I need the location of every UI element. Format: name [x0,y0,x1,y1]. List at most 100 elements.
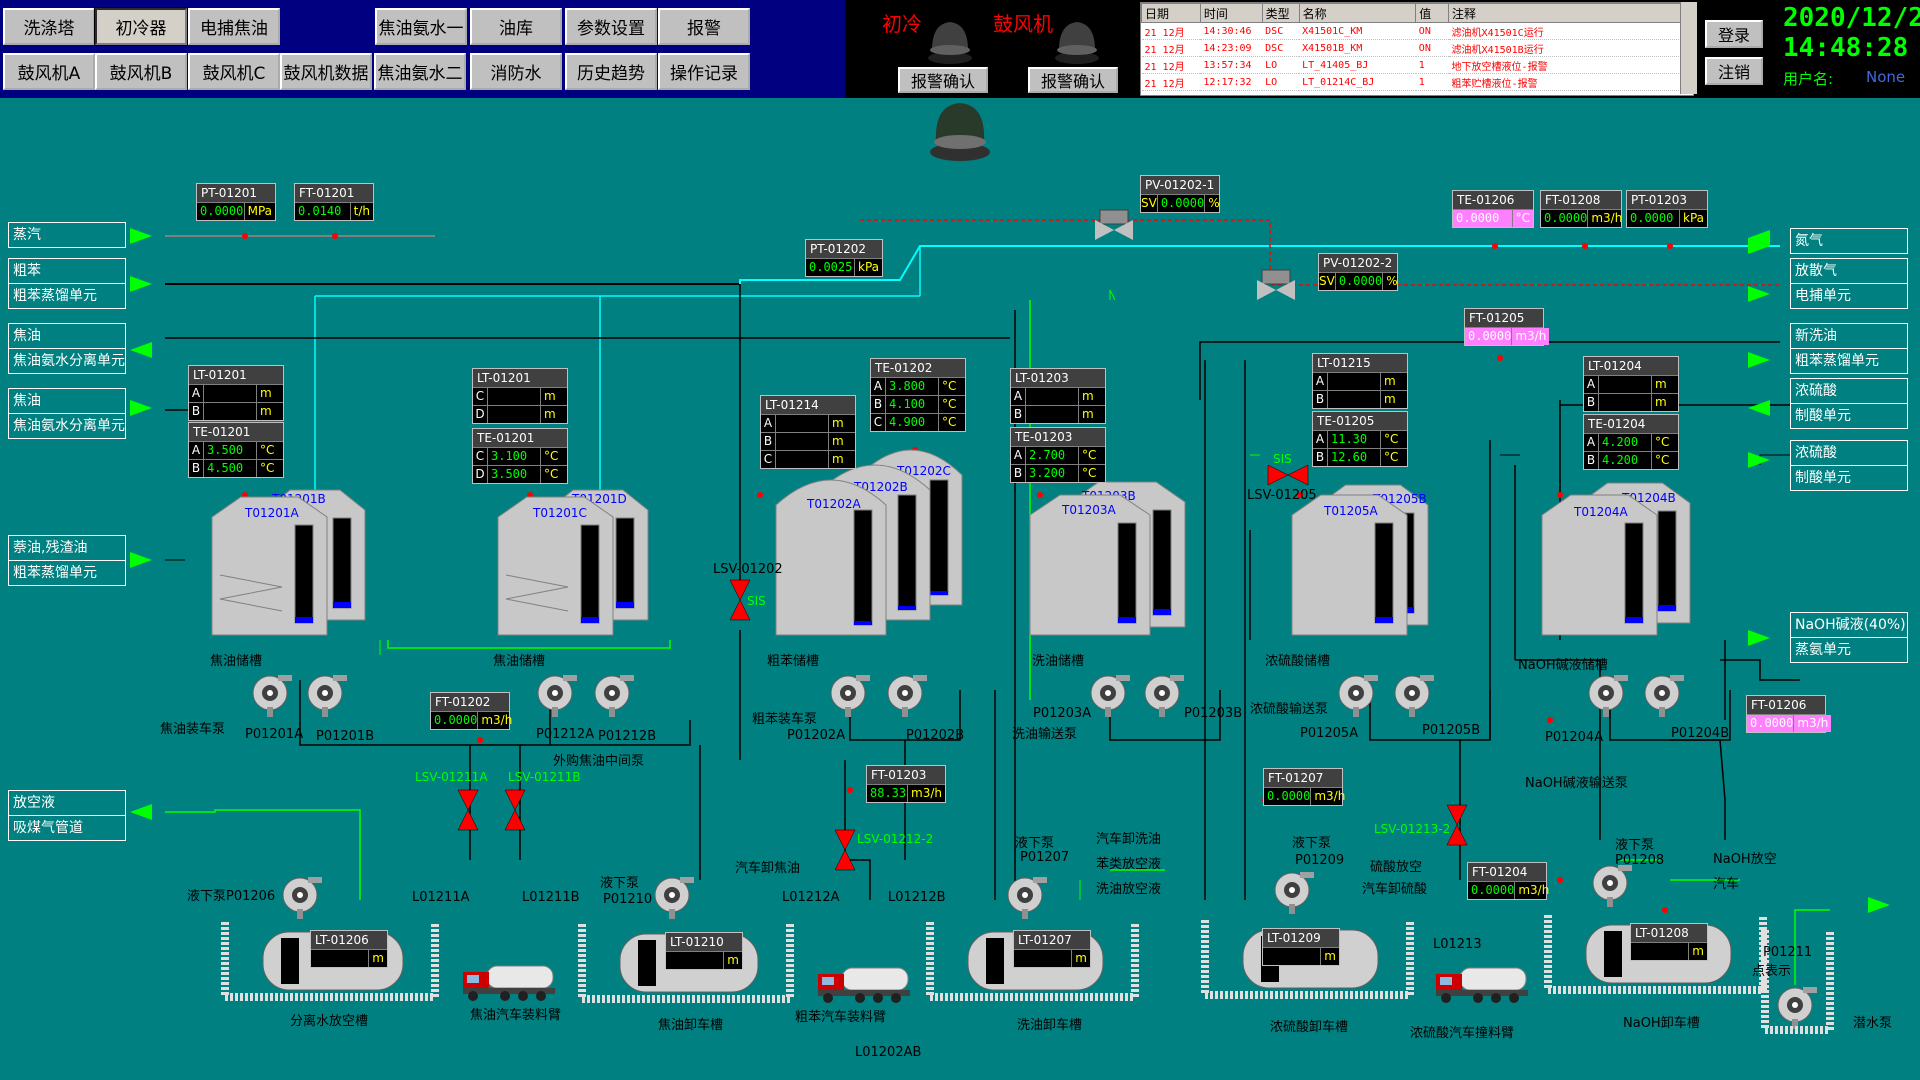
tag-row-label: A [1313,431,1328,448]
tag-pt01201[interactable]: PT-01201 0.0000 MPa [196,183,276,221]
pump-icon[interactable] [1338,675,1378,717]
tag-lt01206[interactable]: LT-01206 m [310,930,388,968]
tag-row-label: B [1011,465,1026,482]
tag-lt01204[interactable]: LT-01204 Am Bm [1583,356,1679,412]
ext-link-right-1[interactable]: 放散气 电捕单元 [1790,258,1908,309]
tag-pt01203[interactable]: PT-01203 0.0000 kPa [1626,190,1708,228]
pump-icon[interactable] [1644,675,1684,717]
storage-tank[interactable]: T01203A [1029,494,1151,636]
tag-ft01202[interactable]: FT-01202 0.0000 m3/h [430,692,512,730]
tag-te01201c[interactable]: TE-01201 C 3.100 °C D 3.500 °C [472,428,568,484]
pump-icon[interactable] [887,675,927,717]
tag-unit: m [1320,948,1339,965]
tag-ft01207[interactable]: FT-01207 0.0000 m3/h [1263,768,1345,806]
tag-value: 3.100 [491,449,528,463]
sump-pump-icon[interactable] [1777,987,1817,1029]
tag-te01203[interactable]: TE-01203 A 2.700 °C B 3.200 °C [1010,427,1106,483]
ext-link-right-5[interactable]: NaOH碱液(40%) 蒸氨单元 [1790,612,1908,663]
submerged-pump-icon[interactable] [1007,877,1047,919]
tag-value: 4.200 [1602,453,1639,467]
nav-button-row1-4[interactable]: 油库 [470,8,562,45]
tag-ft01206[interactable]: FT-01206 0.0000 m3/h [1746,695,1832,733]
ext-link-label: 氮气 [1795,233,1823,249]
tag-ft01204[interactable]: FT-01204 0.0000 m3/h [1467,862,1549,900]
pump-icon[interactable] [1588,675,1628,717]
submerged-pump-icon[interactable] [1592,865,1632,907]
tag-lt01214[interactable]: LT-01214 Am Bm Cm [760,395,856,469]
ext-link-right-4[interactable]: 浓硫酸 制酸单元 [1790,440,1908,491]
tag-lt01207[interactable]: LT-01207 m [1013,930,1091,968]
tag-row-label: A [1011,388,1026,405]
nav-button-row2-6[interactable]: 历史趋势 [565,53,657,90]
pump-icon[interactable] [537,675,577,717]
nav-button-row1-6[interactable]: 报警 [658,8,750,45]
submerged-pump-icon[interactable] [282,877,322,919]
nav-button-row1-2[interactable]: 电捕焦油 [188,8,280,45]
ext-link-label: 焦油 [9,389,125,414]
tag-pt01202[interactable]: PT-01202 0.0025 kPa [805,239,883,277]
tag-te01201a[interactable]: TE-01201 A 3.500 °C B 4.500 °C [188,422,284,478]
storage-tank[interactable]: T01201A [211,496,328,636]
tag-ft01201[interactable]: FT-01201 0.0140 t/h [294,183,374,221]
tag-row-label: D [473,406,488,423]
tag-lt01215[interactable]: LT-01215 Am Bm [1312,353,1408,409]
tag-ft01203[interactable]: FT-01203 88.33 m3/h [866,765,946,803]
pump-icon[interactable] [830,675,870,717]
tag-value [1026,406,1078,423]
tag-row: 0.0000 m3/h [1541,209,1622,227]
storage-tank[interactable]: T01202A [775,479,887,636]
pump-icon[interactable] [307,675,347,717]
tag-name: FT-01206 [1747,696,1825,714]
nav-button-row2-5[interactable]: 消防水 [470,53,562,90]
tag-pv01202_2[interactable]: PV-01202-2 SV 0.0000% [1318,253,1398,291]
tag-te01206[interactable]: TE-01206 0.0000 °C [1452,190,1534,228]
storage-tank[interactable]: T01201C [497,496,614,636]
submerged-pump-icon[interactable] [1274,872,1314,914]
tag-lt01208[interactable]: LT-01208 m [1630,923,1708,961]
ext-link-left-2[interactable]: 焦油 焦油氨水分离单元 [8,323,126,374]
label-p01205b: P01205B [1422,723,1481,738]
nav-button-row1-0[interactable]: 洗涤塔 [3,8,95,45]
ext-link-left-1[interactable]: 粗苯 粗苯蒸馏单元 [8,258,126,309]
ext-link-left-4[interactable]: 萘油,残渣油 粗苯蒸馏单元 [8,535,126,586]
nav-button-row2-2[interactable]: 鼓风机C [188,53,280,90]
nav-button-row2-1[interactable]: 鼓风机B [95,53,187,90]
label-acid-vent: 硫酸放空 [1370,860,1423,875]
tag-lt01209[interactable]: LT-01209 m [1262,928,1340,966]
submerged-pump-icon[interactable] [654,877,694,919]
tag-te01205[interactable]: TE-01205 A 11.30 °C B 12.60 °C [1312,411,1408,467]
nav-button-row1-5[interactable]: 参数设置 [565,8,657,45]
tag-ft01208[interactable]: FT-01208 0.0000 m3/h [1540,190,1622,228]
tag-lt01210[interactable]: LT-01210 m [665,932,743,970]
nav-button-row2-7[interactable]: 操作记录 [658,53,750,90]
storage-tank[interactable]: T01204A [1541,494,1658,636]
nav-button-row1-1[interactable]: 初冷器 [94,7,188,46]
label-tar-tank2: 焦油储槽 [493,654,546,669]
ext-link-left-3[interactable]: 焦油 焦油氨水分离单元 [8,388,126,439]
pump-icon[interactable] [1144,675,1184,717]
tag-lt01201a[interactable]: LT-01201 Am Bm [188,365,284,421]
pump-icon[interactable] [252,675,292,717]
ext-link-right-3[interactable]: 浓硫酸 制酸单元 [1790,378,1908,429]
label-sub-p01209a: 液下泵 [1292,836,1332,851]
tag-te01204[interactable]: TE-01204 A 4.200 °C B 4.200 °C [1583,414,1679,470]
pump-icon[interactable] [1394,675,1434,717]
nav-button-row2-4[interactable]: 焦油氨水二 [374,53,466,90]
tag-ft01205[interactable]: FT-01205 0.0000 m3/h [1464,308,1550,346]
nav-button-row1-3[interactable]: 焦油氨水一 [375,8,467,45]
label-lsv01211a: LSV-01211A [415,770,488,784]
tag-lt01201c[interactable]: LT-01201 Cm Dm [472,368,568,424]
tag-row-label: A [1313,373,1328,390]
nav-button-row2-3[interactable]: 鼓风机数据 [280,53,372,90]
tag-lt01203[interactable]: LT-01203 Am Bm [1010,368,1106,424]
nav-button-row2-0[interactable]: 鼓风机A [3,53,95,90]
pump-icon[interactable] [1090,675,1130,717]
tag-pv01202_1[interactable]: PV-01202-1 SV 0.0000% [1140,175,1220,213]
ext-link-left-0[interactable]: 蒸汽 [8,222,126,248]
storage-tank[interactable]: T01205A [1291,494,1408,636]
ext-link-left-5[interactable]: 放空液 吸煤气管道 [8,790,126,841]
ext-link-right-0[interactable]: 氮气 [1790,228,1908,254]
pump-icon[interactable] [594,675,634,717]
tag-te01202[interactable]: TE-01202 A 3.800 °C B 4.100 °C C 4.900 °C [870,358,966,432]
ext-link-right-2[interactable]: 新洗油 粗苯蒸馏单元 [1790,323,1908,374]
